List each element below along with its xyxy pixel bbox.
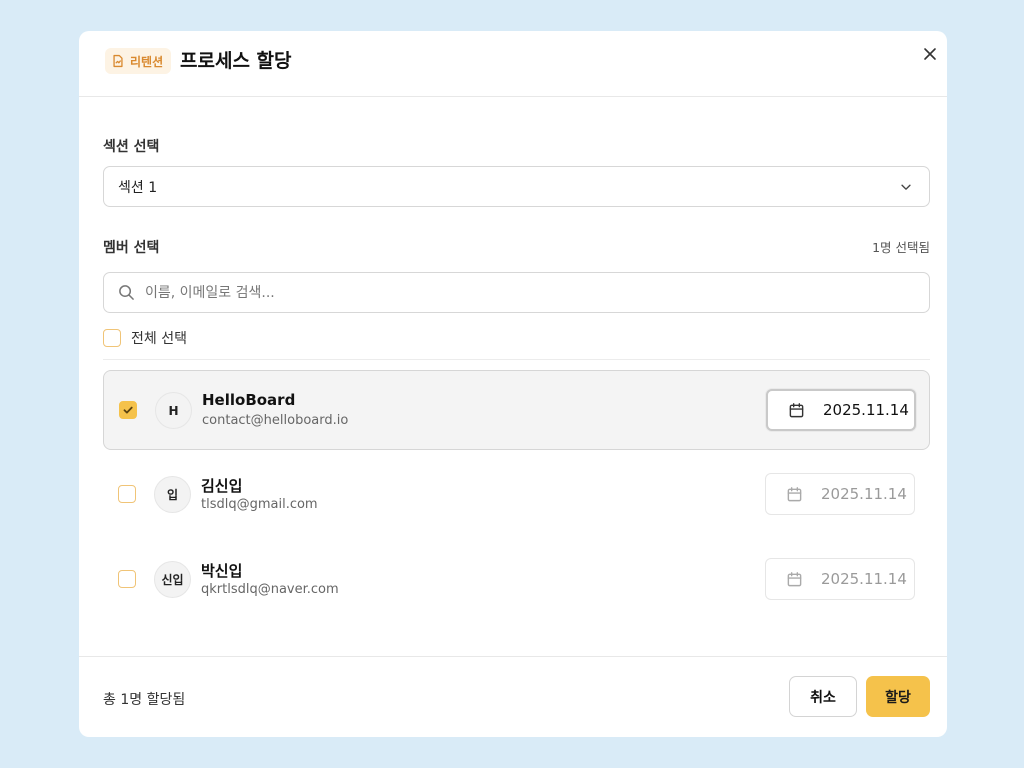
date-picker[interactable]: 2025.11.14	[766, 389, 916, 431]
modal-header: 리텐션 프로세스 할당	[79, 31, 947, 97]
modal-footer: 총 1명 할당됨 취소 할당	[79, 656, 947, 737]
select-all[interactable]: 전체 선택	[103, 328, 187, 348]
retention-tag: 리텐션	[105, 48, 172, 74]
close-button[interactable]	[917, 41, 943, 67]
modal-title: 프로세스 할당	[180, 50, 292, 72]
date-picker[interactable]: 2025.11.14	[765, 558, 915, 600]
search-input[interactable]	[145, 284, 905, 301]
date-value: 2025.11.14	[821, 485, 907, 503]
avatar: 신입	[154, 561, 191, 598]
member-search[interactable]	[103, 272, 930, 313]
date-picker[interactable]: 2025.11.14	[765, 473, 915, 515]
select-all-checkbox[interactable]	[103, 329, 121, 347]
member-name: HelloBoard	[202, 391, 296, 409]
member-row[interactable]: H HelloBoard contact@helloboard.io 2025.…	[103, 370, 930, 450]
member-row[interactable]: 입 김신입 tlsdlq@gmail.com 2025.11.14	[103, 455, 930, 535]
calendar-icon	[789, 402, 804, 417]
date-value: 2025.11.14	[821, 570, 907, 588]
calendar-icon	[787, 486, 802, 501]
member-email: contact@helloboard.io	[202, 413, 349, 428]
assign-button[interactable]: 할당	[866, 676, 930, 717]
cancel-button[interactable]: 취소	[789, 676, 857, 717]
tag-label: 리텐션	[130, 54, 164, 69]
member-checkbox[interactable]	[118, 570, 136, 588]
selected-count: 1명 선택됨	[872, 240, 930, 255]
document-icon	[113, 54, 123, 68]
total-assigned: 총 1명 할당됨	[103, 692, 186, 708]
section-select[interactable]: 섹션 1	[103, 166, 930, 207]
assign-process-modal: 리텐션 프로세스 할당 섹션 선택 섹션 1 멤버 선택 1명 선택됨 전체 선…	[79, 31, 947, 737]
select-all-label: 전체 선택	[131, 331, 187, 347]
search-icon	[119, 285, 134, 300]
member-email: qkrtlsdlq@naver.com	[201, 582, 339, 597]
member-email: tlsdlq@gmail.com	[201, 497, 318, 512]
section-select-value: 섹션 1	[118, 179, 158, 196]
divider	[103, 359, 930, 360]
member-row[interactable]: 신입 박신입 qkrtlsdlq@naver.com 2025.11.14	[103, 540, 930, 620]
section-select-label: 섹션 선택	[103, 139, 160, 155]
avatar: H	[155, 392, 192, 429]
member-name: 김신입	[201, 477, 243, 495]
date-value: 2025.11.14	[823, 401, 909, 419]
member-checkbox[interactable]	[118, 485, 136, 503]
avatar: 입	[154, 476, 191, 513]
check-icon	[123, 406, 133, 414]
member-select-label: 멤버 선택	[103, 240, 160, 256]
calendar-icon	[787, 571, 802, 586]
member-name: 박신입	[201, 562, 243, 580]
member-checkbox[interactable]	[119, 401, 137, 419]
chevron-down-icon	[901, 184, 911, 190]
close-icon	[924, 48, 936, 60]
